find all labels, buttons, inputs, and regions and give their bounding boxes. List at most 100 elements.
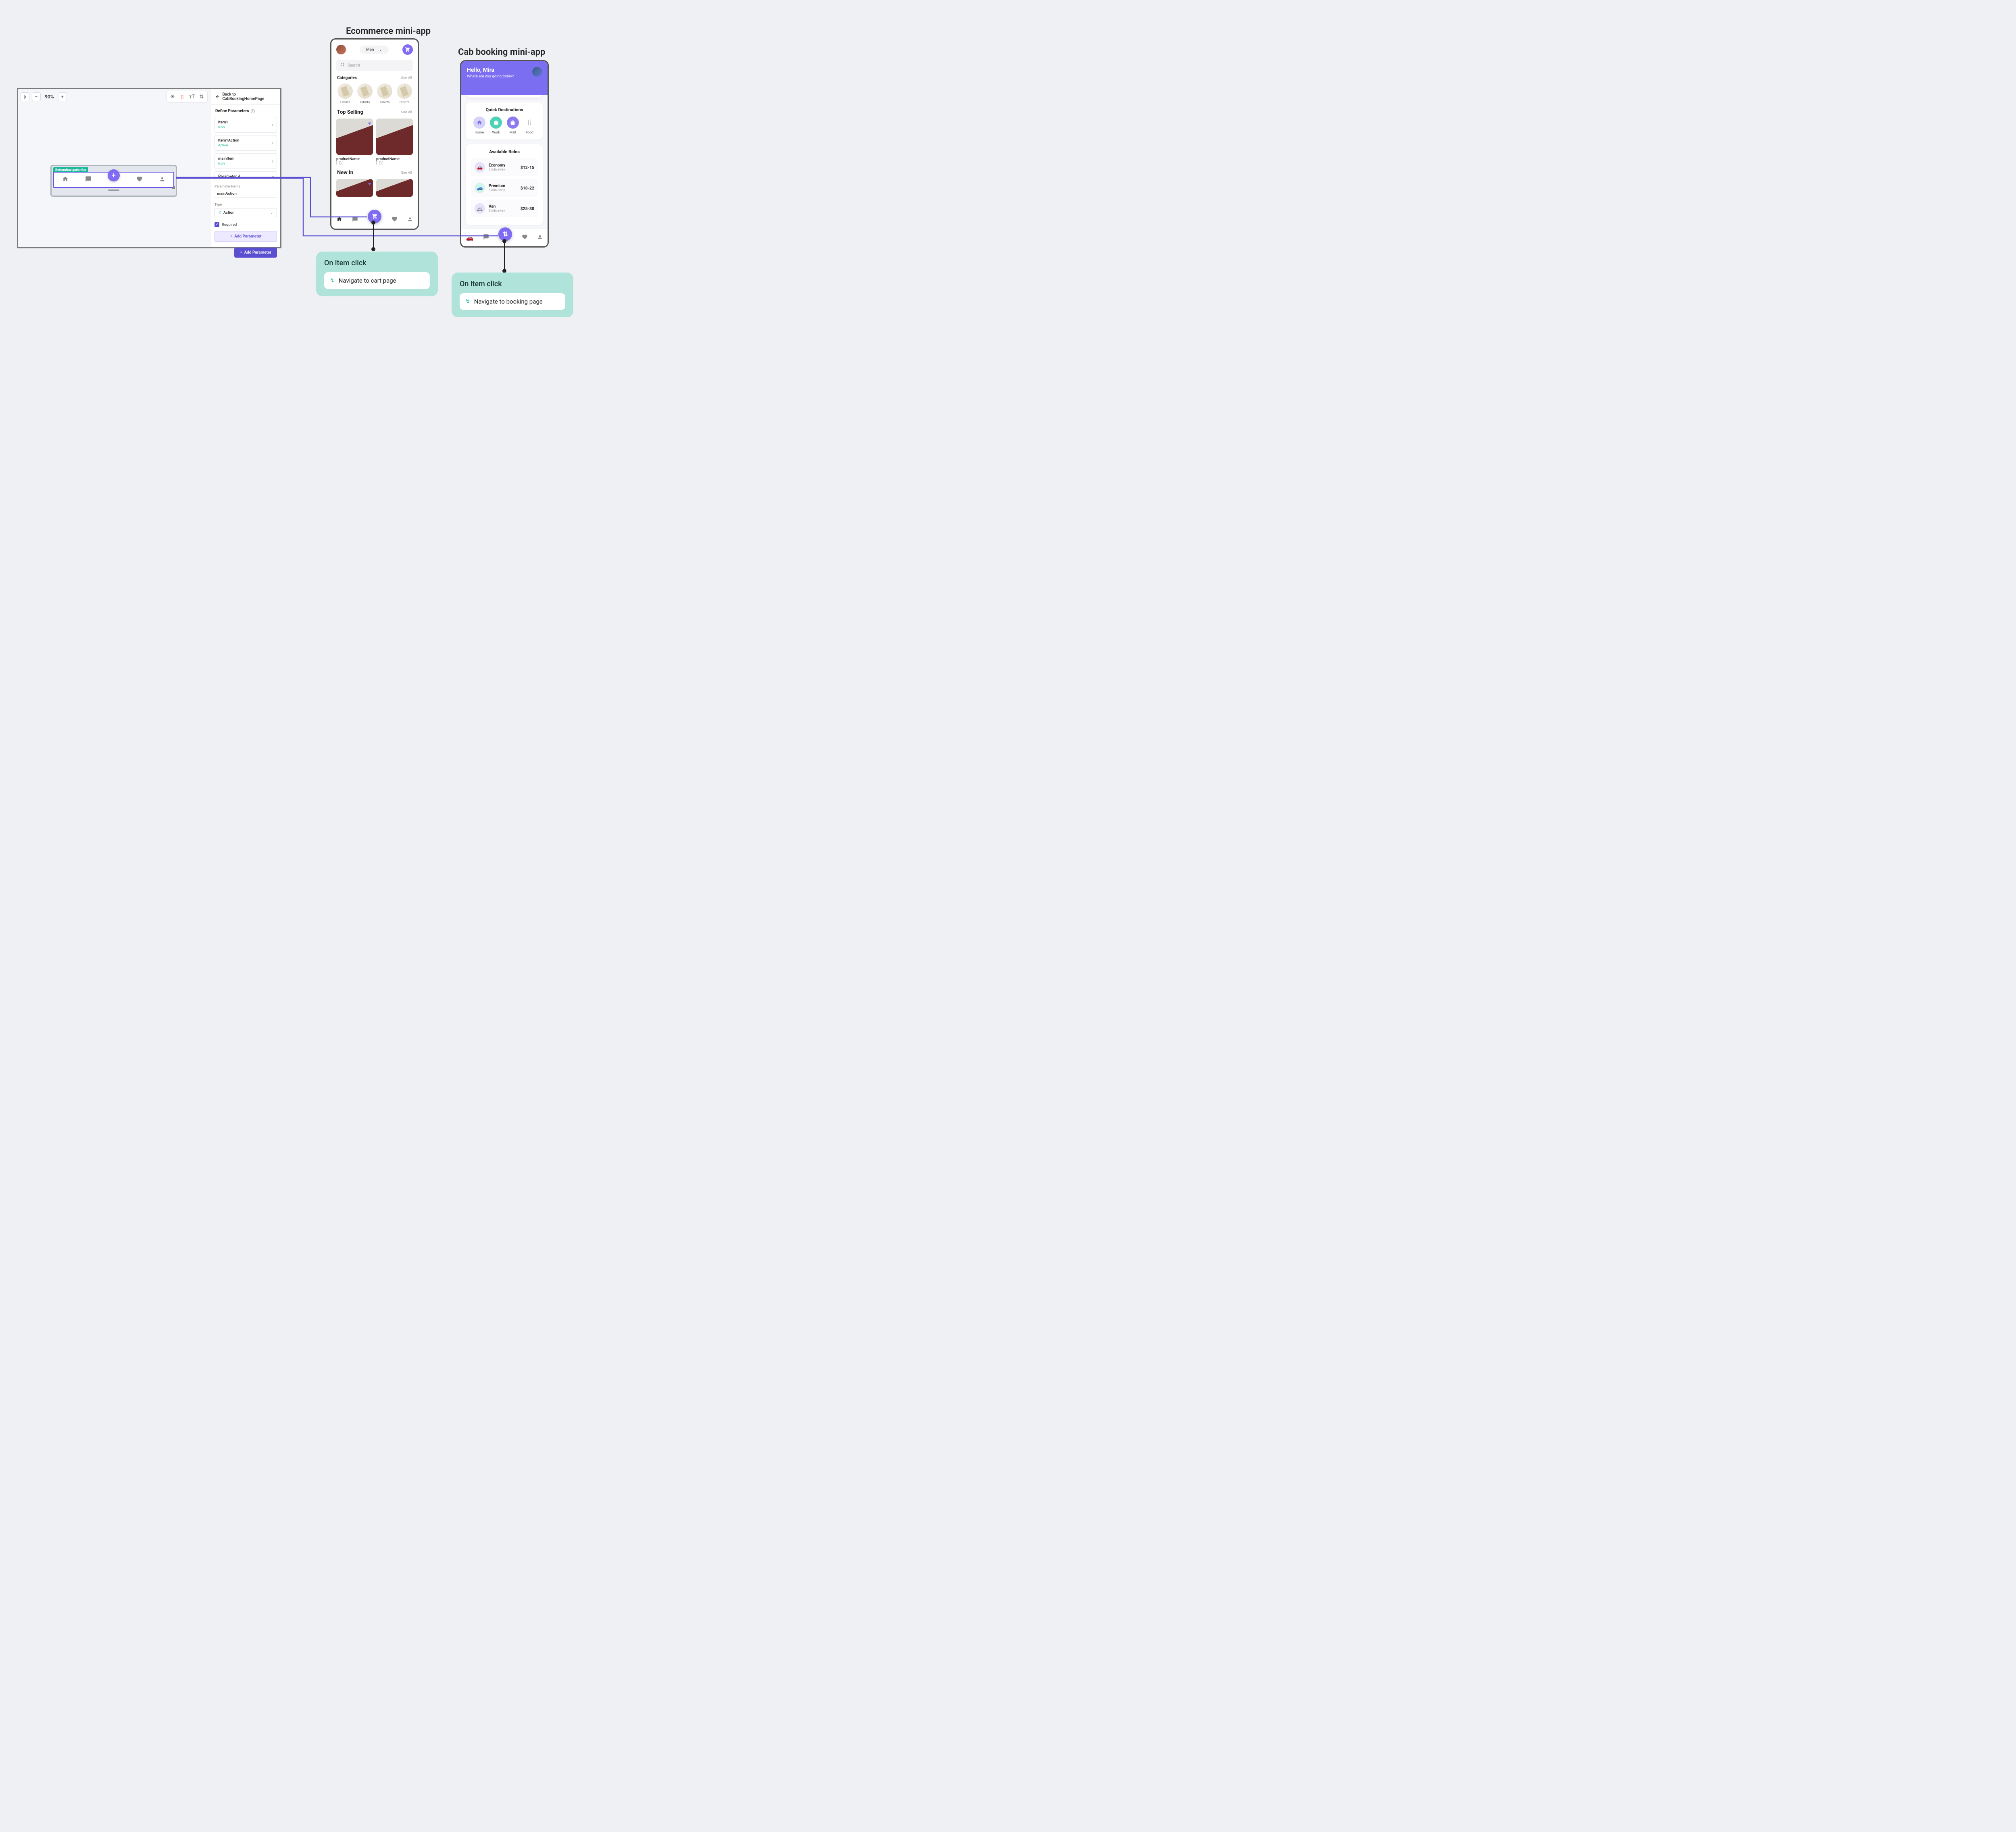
avatar[interactable] bbox=[532, 67, 542, 77]
nav-chat-icon[interactable] bbox=[352, 216, 358, 224]
theme-toggle-icon[interactable]: ☀ bbox=[169, 93, 177, 101]
bottom-navigation-bar-component[interactable]: BottomNavigationBar + bbox=[50, 165, 177, 197]
ride-economy[interactable]: 🚗 Economy3 min away $12-15 bbox=[471, 158, 538, 176]
zoom-level: 90% bbox=[43, 94, 56, 100]
callout-body: ↯ Navigate to cart page bbox=[324, 272, 430, 289]
plus-icon: + bbox=[230, 234, 233, 239]
panel-title: Define Parameters i bbox=[211, 105, 280, 116]
component-editor: |‹ − 90% + ☀ ▯ тT ⇅ BottomNavigationBar … bbox=[17, 88, 281, 248]
tree-view-icon[interactable]: ⇅ bbox=[198, 93, 206, 101]
quick-destinations-title: Quick Destinations bbox=[471, 107, 538, 112]
back-label: Back to CabBookingHomePage bbox=[222, 92, 276, 101]
nav-car-icon[interactable]: 🚗 bbox=[466, 234, 474, 241]
nav-home-icon[interactable] bbox=[336, 216, 342, 224]
top-selling-label: Top Selling bbox=[337, 109, 363, 115]
required-label: Required bbox=[222, 223, 237, 227]
navigate-icon: ↯ bbox=[465, 298, 470, 305]
category-item[interactable]: Tshirts bbox=[396, 83, 413, 104]
category-item[interactable]: Tshirts bbox=[356, 83, 373, 104]
nav-route-fab[interactable]: ⇅ bbox=[498, 227, 512, 241]
action-icon: ↯ bbox=[218, 210, 221, 215]
canvas-toolbar: ☀ ▯ тT ⇅ bbox=[167, 91, 208, 103]
zoom-controls: |‹ − 90% + bbox=[21, 92, 67, 101]
nav-person-icon[interactable] bbox=[407, 217, 413, 224]
ecom-callout: On item click ↯ Navigate to cart page bbox=[316, 252, 438, 296]
callout-body: ↯ Navigate to booking page bbox=[460, 293, 565, 310]
zoom-in-button[interactable]: + bbox=[58, 92, 67, 101]
collapse-sidebar-button[interactable]: |‹ bbox=[21, 92, 29, 101]
see-all-link[interactable]: See All bbox=[401, 110, 412, 114]
quick-destination-food[interactable]: 🍴Food bbox=[523, 117, 535, 135]
new-in-label: New In bbox=[337, 170, 353, 176]
see-all-link[interactable]: See All bbox=[401, 76, 412, 80]
name-label: Parameter Name bbox=[215, 185, 277, 189]
param-name-input[interactable] bbox=[215, 190, 277, 198]
heart-icon[interactable]: ♥ bbox=[368, 121, 371, 126]
chevron-down-icon: ⌄ bbox=[270, 210, 273, 215]
chevron-down-icon: › bbox=[271, 176, 275, 177]
plus-icon: + bbox=[240, 250, 242, 255]
text-size-icon[interactable]: тT bbox=[188, 93, 196, 101]
info-icon[interactable]: i bbox=[251, 109, 255, 113]
category-item[interactable]: Tshirts bbox=[376, 83, 393, 104]
type-select[interactable]: ↯Action ⌄ bbox=[215, 208, 277, 217]
heart-icon[interactable] bbox=[136, 176, 143, 184]
avatar[interactable] bbox=[336, 45, 346, 54]
cart-button[interactable] bbox=[402, 44, 413, 55]
search-input[interactable]: Search bbox=[336, 60, 413, 71]
param-item1[interactable]: Item1Icon › bbox=[215, 117, 277, 133]
product-card[interactable] bbox=[376, 179, 413, 197]
ride-premium[interactable]: 🚙 Premium5 min away $18-22 bbox=[471, 179, 538, 197]
nav-heart-icon[interactable] bbox=[392, 216, 398, 224]
param-mainitem[interactable]: mainItemIcon › bbox=[215, 153, 277, 169]
category-dropdown[interactable]: Men⌄ bbox=[360, 46, 389, 54]
callout-title: On item click bbox=[324, 259, 430, 267]
quick-destination-home[interactable]: Home bbox=[473, 117, 485, 135]
canvas-area: |‹ − 90% + ☀ ▯ тT ⇅ BottomNavigationBar … bbox=[18, 89, 211, 247]
add-parameter-outline-button[interactable]: + Add Parameter bbox=[215, 231, 277, 242]
category-item[interactable]: Tshirts bbox=[336, 83, 354, 104]
greeting: Hello, Mira bbox=[467, 67, 542, 73]
mobile-view-icon[interactable]: ▯ bbox=[178, 93, 186, 101]
person-icon[interactable] bbox=[159, 176, 165, 184]
cab-booking-app: Hello, Mira Where are you going today? ⬪… bbox=[460, 60, 549, 248]
quick-destination-work[interactable]: Work bbox=[490, 117, 502, 135]
product-card[interactable]: ♥productName[1][2] bbox=[336, 119, 373, 165]
search-icon bbox=[340, 62, 345, 68]
cab-title: Cab booking mini-app bbox=[458, 47, 545, 57]
chevron-down-icon: ⌄ bbox=[379, 48, 382, 52]
chat-icon[interactable] bbox=[85, 176, 92, 184]
product-card[interactable]: ♥ bbox=[336, 179, 373, 197]
ecommerce-app: Men⌄ Search CategoriesSee All Tshirts Ts… bbox=[330, 38, 419, 230]
zoom-out-button[interactable]: − bbox=[32, 92, 41, 101]
type-label: Type bbox=[215, 203, 277, 207]
heart-icon[interactable]: ♥ bbox=[368, 181, 371, 187]
nav-cart-fab[interactable] bbox=[368, 210, 381, 223]
ride-van[interactable]: 🚐 Van8 min away $25-30 bbox=[471, 200, 538, 217]
nav-person-icon[interactable] bbox=[537, 234, 543, 241]
resize-handle-icon[interactable] bbox=[172, 185, 175, 189]
required-checkbox[interactable]: ✓ bbox=[215, 222, 219, 227]
category-row: Tshirts Tshirts Tshirts Tshirts bbox=[331, 82, 418, 106]
param-item1action[interactable]: Item1ActionAction › bbox=[215, 135, 277, 151]
cab-callout: On item click ↯ Navigate to booking page bbox=[452, 273, 573, 317]
nav-heart-icon[interactable] bbox=[522, 234, 528, 241]
nav-bar-inner: + bbox=[53, 172, 174, 188]
back-button[interactable]: Back to CabBookingHomePage bbox=[211, 89, 280, 105]
plus-fab-icon[interactable]: + bbox=[108, 169, 120, 181]
ecommerce-title: Ecommerce mini-app bbox=[346, 26, 431, 36]
add-parameter-solid-button[interactable]: + Add Parameter bbox=[234, 248, 277, 258]
chevron-right-icon: › bbox=[272, 122, 273, 128]
navigate-icon: ↯ bbox=[330, 277, 335, 284]
subtitle: Where are you going today? bbox=[467, 74, 542, 79]
callout-title: On item click bbox=[460, 280, 565, 288]
quick-destination-mall[interactable]: Mall bbox=[507, 117, 519, 135]
chevron-right-icon: › bbox=[272, 158, 273, 164]
param-4-expanded[interactable]: Parameter 4 › bbox=[215, 171, 277, 182]
home-icon[interactable] bbox=[62, 176, 69, 184]
drag-handle[interactable] bbox=[108, 189, 119, 191]
product-card[interactable]: productName[1][2] bbox=[376, 119, 413, 165]
nav-chat-icon[interactable] bbox=[483, 234, 489, 241]
see-all-link[interactable]: See All bbox=[401, 171, 412, 175]
available-rides-title: Available Rides bbox=[471, 149, 538, 154]
